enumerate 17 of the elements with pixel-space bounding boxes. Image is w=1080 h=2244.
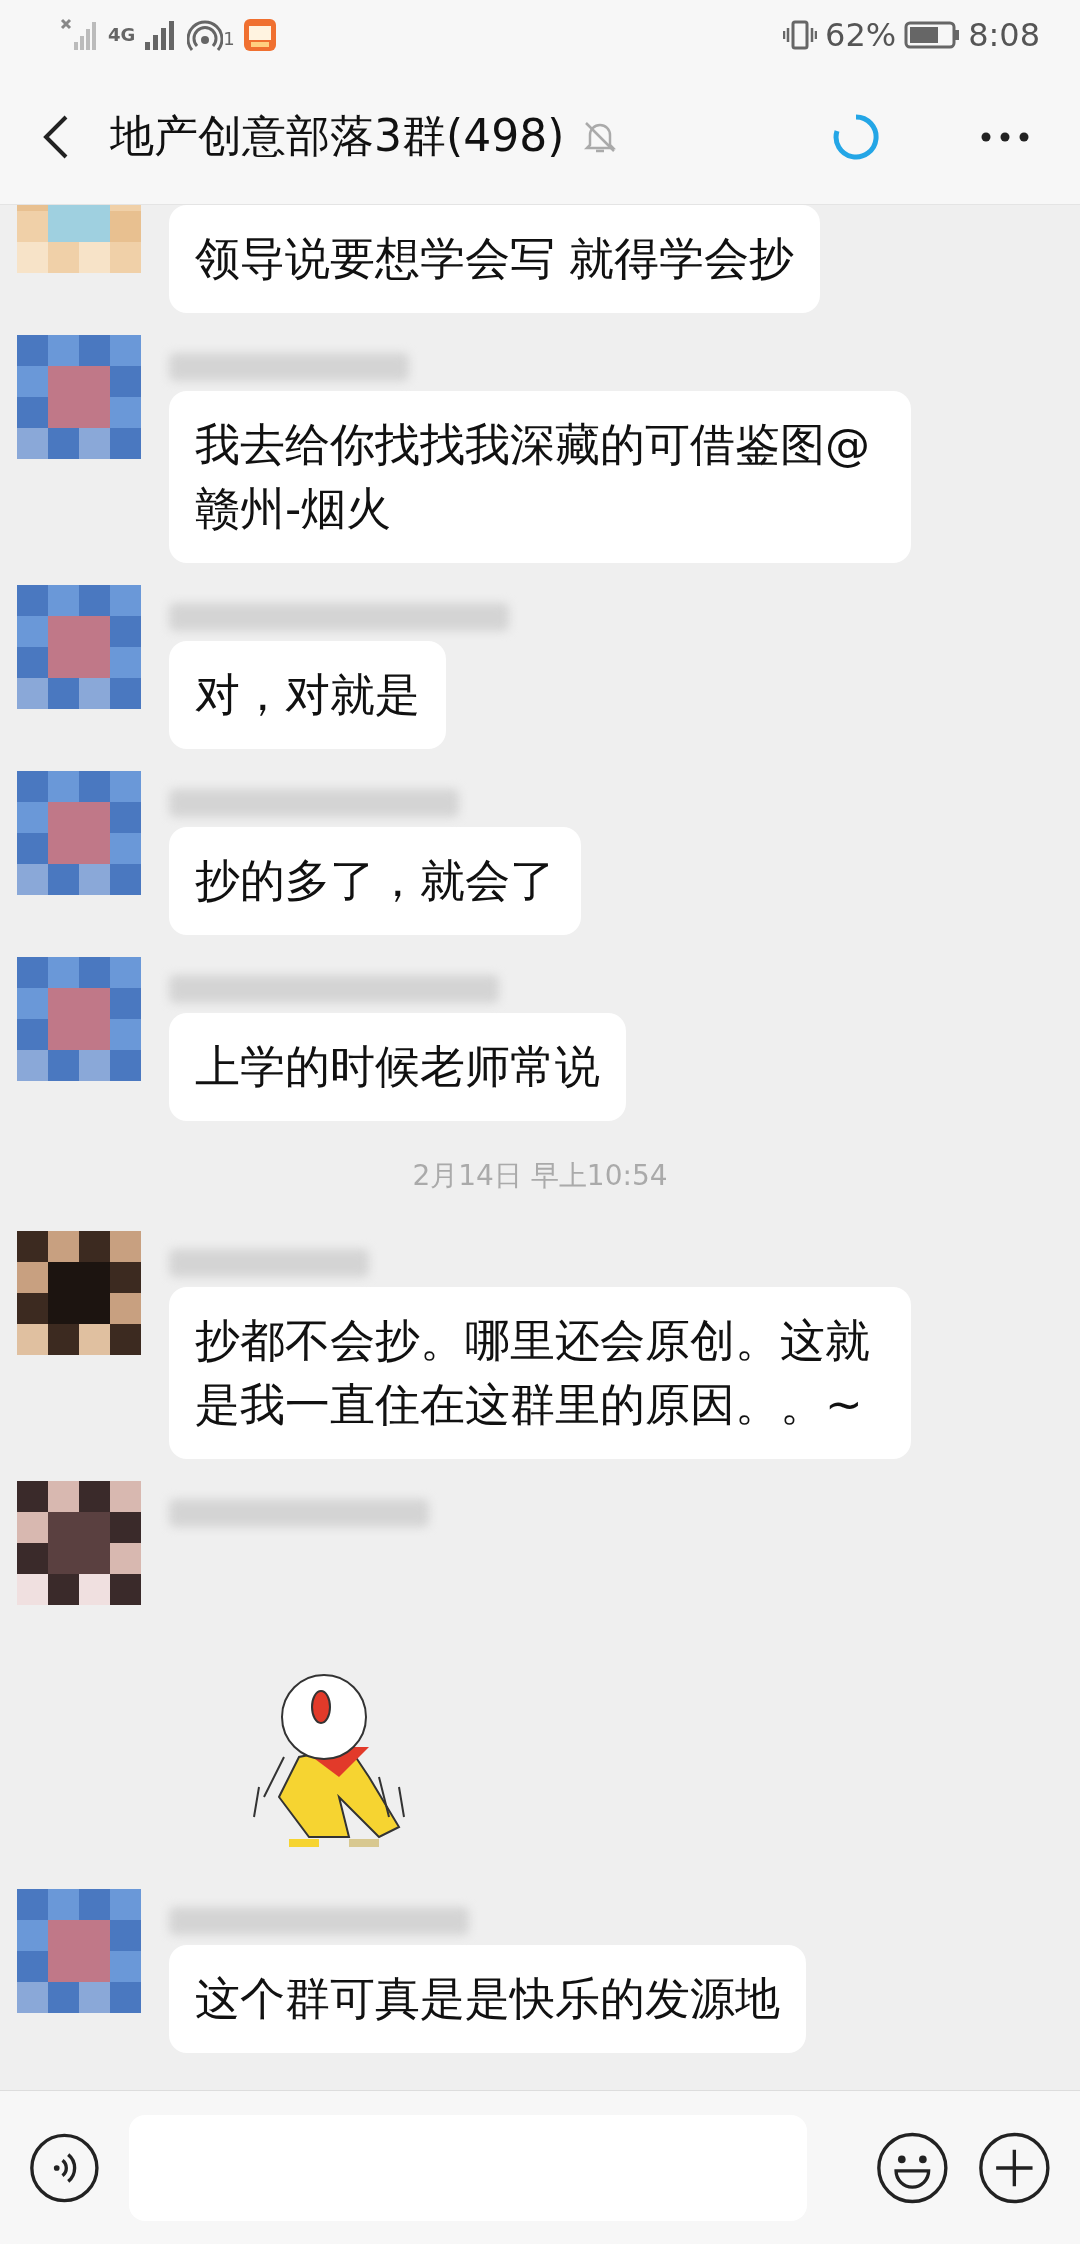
battery-icon (904, 19, 961, 50)
timestamp: 2月14日 早上10:54 (411, 1158, 669, 1194)
message-bubble: 上学的时候老师常说 (169, 1013, 626, 1121)
chat-title: 地产创意部落3群(498) (110, 109, 565, 163)
message-bubble: 领导说要想学会写 就得学会抄 (169, 205, 821, 313)
clock: 8:08 (968, 15, 1040, 54)
battery-percent: 62% (825, 15, 897, 54)
more-icon[interactable] (980, 130, 1030, 143)
network-type: 4G (108, 24, 136, 45)
app-icon (242, 17, 277, 52)
message-bubble: 抄的多了，就会了 (169, 827, 581, 935)
hotspot-count: 1 (223, 27, 235, 49)
loading-spinner-icon (832, 112, 880, 161)
message-bubble: 对，对就是 (169, 641, 446, 749)
message-bubble: 这个群可真是是快乐的发源地 (169, 1945, 806, 2053)
message-bubble: 我去给你找找我深藏的可借鉴图@赣州-烟火 (169, 391, 911, 563)
message-bubble: 抄都不会抄。哪里还会原创。这就是我一直住在这群里的原因。。~ (169, 1287, 911, 1459)
